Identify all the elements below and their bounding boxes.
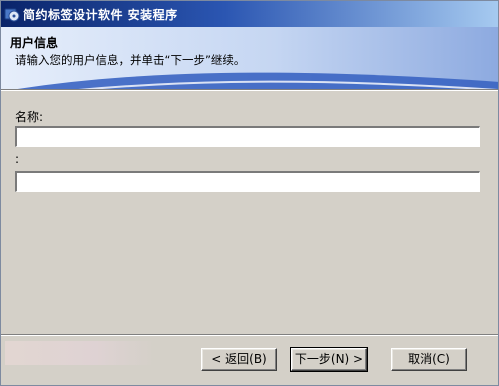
installer-window: 简约标签设计软件 安装程序 用户信息 请输入您的用户信息，并单击“下一步”继续。… bbox=[0, 0, 499, 386]
back-button[interactable]: < 返回(B) bbox=[201, 348, 277, 371]
footer-divider bbox=[1, 334, 498, 336]
page-subtitle: 请输入您的用户信息，并单击“下一步”继续。 bbox=[15, 53, 246, 67]
header-divider bbox=[1, 89, 498, 91]
name-input[interactable] bbox=[15, 126, 480, 147]
title-bar[interactable]: 简约标签设计软件 安装程序 bbox=[1, 1, 498, 27]
page-header: 用户信息 请输入您的用户信息，并单击“下一步”继续。 bbox=[1, 27, 498, 89]
footer-watermark bbox=[5, 341, 155, 365]
next-button[interactable]: 下一步(N) > bbox=[290, 347, 368, 372]
installer-disc-icon bbox=[4, 8, 20, 22]
second-field-label: : bbox=[15, 152, 20, 166]
name-field-label: 名称: bbox=[15, 110, 44, 124]
page-title: 用户信息 bbox=[10, 36, 59, 50]
header-decoration bbox=[17, 72, 498, 89]
window-title: 简约标签设计软件 安装程序 bbox=[23, 8, 178, 22]
second-input[interactable] bbox=[15, 171, 480, 192]
cancel-button[interactable]: 取消(C) bbox=[391, 348, 467, 371]
